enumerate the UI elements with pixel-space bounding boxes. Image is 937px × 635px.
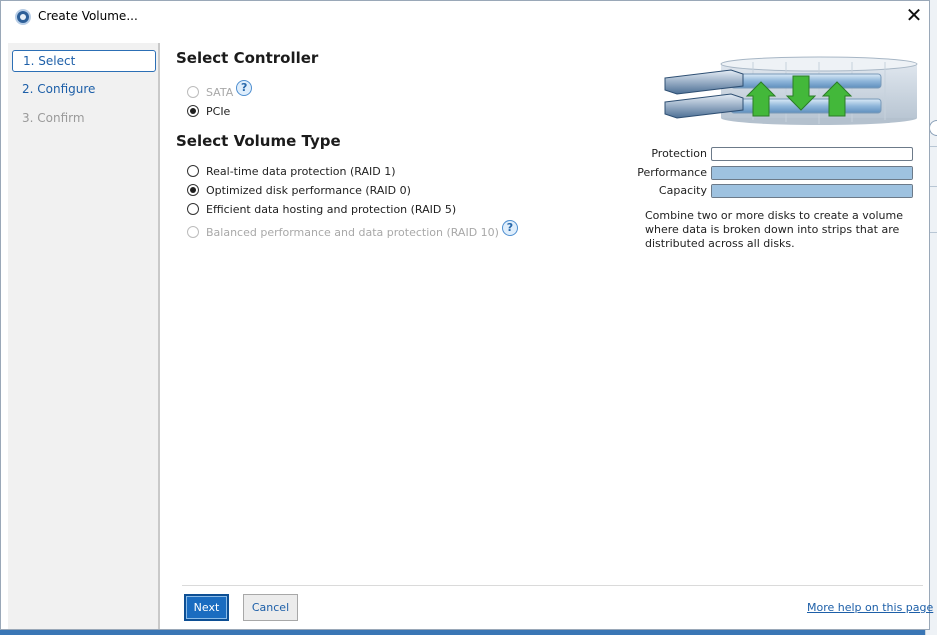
background-divider <box>929 232 937 233</box>
capacity-bar <box>711 184 913 198</box>
background-divider <box>929 186 937 187</box>
volume-option-raid5[interactable]: Efficient data hosting and protection (R… <box>187 201 456 217</box>
step-confirm: 3. Confirm <box>22 111 85 125</box>
background-divider <box>929 146 937 147</box>
performance-meter: Performance <box>637 166 913 180</box>
capacity-label: Capacity <box>658 184 707 197</box>
pcie-radio[interactable] <box>187 105 199 117</box>
window-title: Create Volume... <box>38 9 138 23</box>
protection-meter: Protection <box>641 147 913 161</box>
performance-fill <box>712 167 912 179</box>
help-bubble-icon[interactable]: ? <box>236 80 253 96</box>
select-volume-type-heading: Select Volume Type <box>176 132 341 150</box>
raid1-radio[interactable] <box>187 165 199 177</box>
raid0-disks-illustration <box>664 56 918 125</box>
protection-label: Protection <box>651 147 707 160</box>
cancel-button[interactable]: Cancel <box>243 594 298 621</box>
raid5-label: Efficient data hosting and protection (R… <box>206 202 457 216</box>
controller-option-pcie[interactable]: PCIe <box>187 103 230 119</box>
background-control-icon <box>929 120 937 136</box>
step-configure[interactable]: 2. Configure <box>12 79 156 101</box>
help-bubble-icon[interactable]: ? <box>501 220 518 236</box>
performance-label: Performance <box>637 166 707 179</box>
select-controller-heading: Select Controller <box>176 49 319 67</box>
raid5-radio[interactable] <box>187 203 199 215</box>
pcie-label: PCIe <box>206 104 231 118</box>
protection-bar <box>711 147 913 161</box>
create-volume-dialog: Create Volume... ✕ 1. Select 2. Configur… <box>0 0 933 630</box>
volume-option-raid0[interactable]: Optimized disk performance (RAID 0) <box>187 182 411 198</box>
wizard-steps-sidebar: 1. Select 2. Configure 3. Confirm <box>8 43 160 629</box>
sata-radio[interactable] <box>187 86 199 98</box>
volume-option-raid10[interactable]: Balanced performance and data protection… <box>187 220 518 240</box>
volume-type-description: Combine two or more disks to create a vo… <box>645 209 903 250</box>
footer-divider <box>182 585 923 586</box>
capacity-meter: Capacity <box>641 184 913 198</box>
raid1-label: Real-time data protection (RAID 1) <box>206 164 396 178</box>
controller-option-sata[interactable]: SATA ? <box>187 80 253 100</box>
raid0-radio[interactable] <box>187 184 199 196</box>
title-bar: Create Volume... ✕ <box>1 1 929 32</box>
step-select[interactable]: 1. Select <box>12 50 156 72</box>
raid10-label: Balanced performance and data protection… <box>206 225 499 239</box>
raid10-radio[interactable] <box>187 226 199 238</box>
performance-bar <box>711 166 913 180</box>
raid-app-icon <box>15 9 31 25</box>
raid0-label: Optimized disk performance (RAID 0) <box>206 183 411 197</box>
capacity-fill <box>712 185 912 197</box>
sata-label: SATA <box>206 85 234 99</box>
next-button[interactable]: Next <box>184 594 229 621</box>
more-help-link[interactable]: More help on this page <box>807 601 933 614</box>
close-button[interactable]: ✕ <box>901 4 927 28</box>
volume-option-raid1[interactable]: Real-time data protection (RAID 1) <box>187 163 396 179</box>
